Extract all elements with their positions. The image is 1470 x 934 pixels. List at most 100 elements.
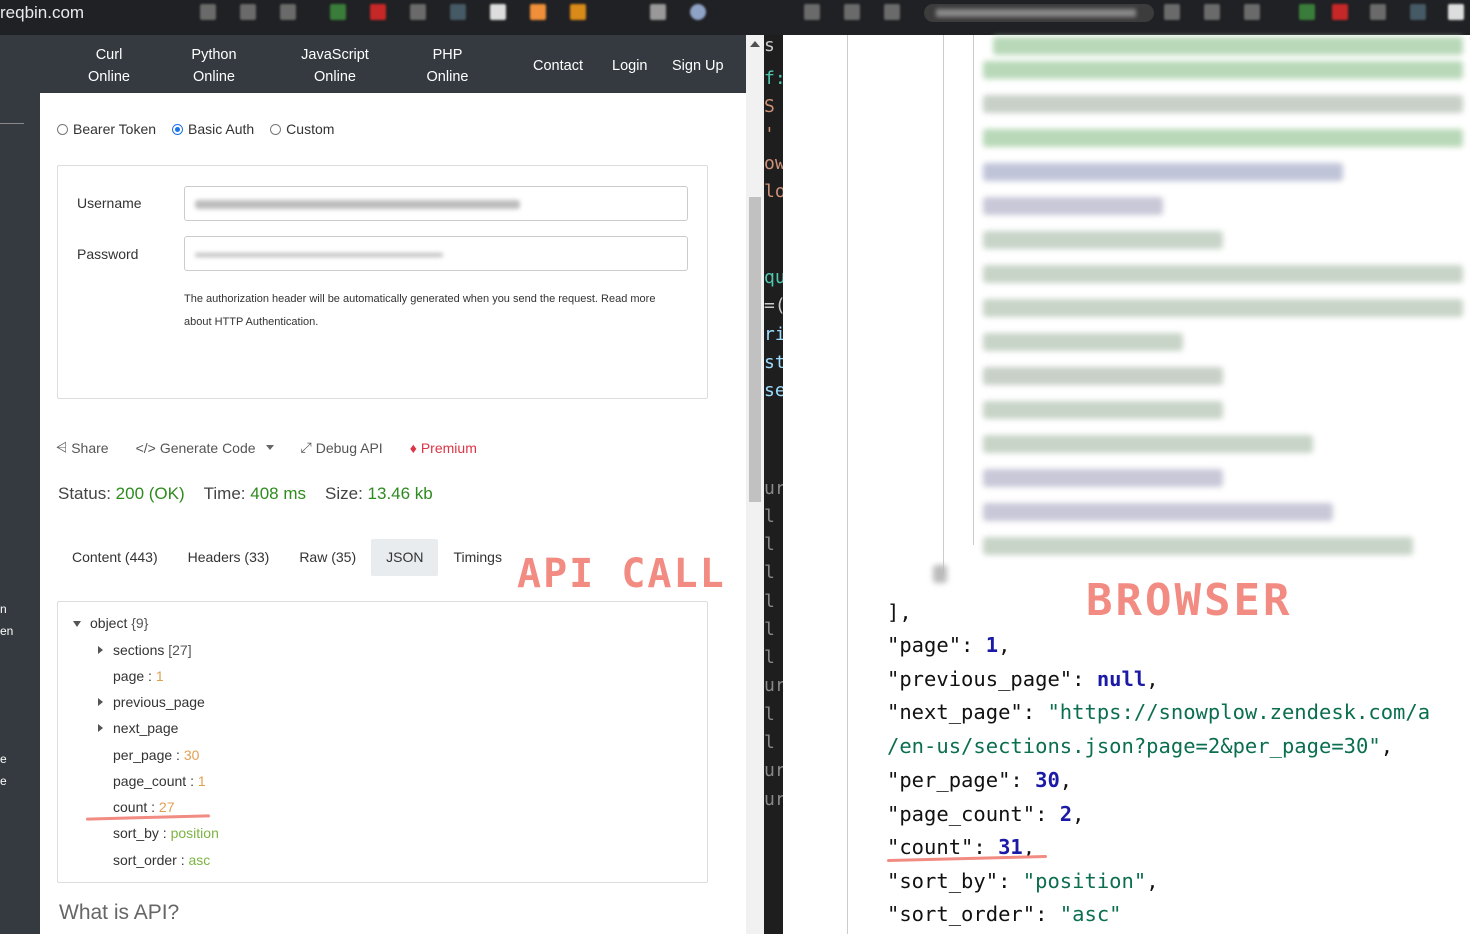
nav-python-online[interactable]: Python Online: [180, 44, 248, 88]
tab-json[interactable]: JSON: [371, 539, 439, 576]
profile-avatar[interactable]: [690, 4, 706, 20]
password-input[interactable]: [184, 236, 688, 271]
nav-curl-online[interactable]: Curl Online: [80, 44, 138, 88]
extension-icon[interactable]: [1370, 4, 1386, 20]
radio-circle-icon[interactable]: [57, 123, 68, 135]
json-link[interactable]: /en-us/sections.json?page=2&per_page=30": [887, 734, 1381, 758]
json-key: previous_page: [113, 694, 205, 710]
indent-guide: [943, 35, 944, 575]
status-value: 200 (OK): [115, 484, 185, 503]
tab-timings[interactable]: Timings: [438, 539, 517, 576]
json-token: "sort_order":: [887, 902, 1060, 926]
sidebar-text-fragment[interactable]: en: [0, 624, 13, 638]
extension-icon[interactable]: [570, 4, 586, 20]
action-label: Debug API: [315, 439, 383, 456]
json-token: "count":: [887, 835, 999, 859]
radio-circle-icon[interactable]: [270, 123, 282, 135]
nav-contact[interactable]: Contact: [533, 55, 583, 77]
site-name[interactable]: reqbin.com: [0, 3, 84, 23]
extension-icon[interactable]: [1204, 4, 1220, 20]
extension-icon[interactable]: [884, 4, 900, 20]
extension-icon[interactable]: [1244, 4, 1260, 20]
page-scrollbar[interactable]: [746, 35, 764, 934]
radio-basic-auth[interactable]: Basic Auth: [172, 121, 254, 137]
json-row-page[interactable]: page : 1: [113, 666, 164, 686]
scrollbar-thumb[interactable]: [749, 197, 761, 502]
extension-icon[interactable]: [490, 4, 506, 20]
expand-triangle-icon: [98, 646, 103, 654]
json-line: "previous_page": null,: [887, 662, 1159, 696]
time-label: Time:: [203, 484, 246, 503]
premium-link[interactable]: ♦ Premium: [410, 440, 477, 456]
json-row-sort-by[interactable]: sort_by : position: [113, 823, 219, 843]
json-row-per-page[interactable]: per_page : 30: [113, 745, 199, 765]
extension-icon[interactable]: [240, 4, 256, 20]
radio-selected-icon[interactable]: [172, 123, 184, 135]
json-row-count[interactable]: count : 27: [113, 797, 175, 817]
extension-icon[interactable]: [280, 4, 296, 20]
nav-label: Curl: [95, 47, 123, 63]
tab-raw[interactable]: Raw (35): [284, 539, 371, 576]
debug-icon: ⤢: [300, 439, 312, 455]
extension-icon[interactable]: [370, 4, 386, 20]
generate-code-button[interactable]: </> Generate Code: [136, 440, 274, 456]
json-key: page: [113, 668, 145, 684]
editor-fragment: se: [764, 380, 783, 401]
editor-fragment: ': [764, 124, 775, 145]
json-row-previous-page[interactable]: previous_page: [98, 692, 205, 712]
json-root-node[interactable]: object {9}: [73, 613, 148, 633]
expand-triangle-icon: [98, 724, 103, 732]
editor-fragment: l: [764, 619, 775, 640]
redacted-json-line: [983, 435, 1313, 453]
extension-icon[interactable]: [200, 4, 216, 20]
extension-icon[interactable]: [1299, 4, 1315, 20]
nav-javascript-online[interactable]: JavaScript Online: [294, 44, 376, 88]
sidebar-text-fragment[interactable]: e: [0, 774, 7, 788]
editor-fragment: qu: [764, 267, 783, 288]
nav-php-online[interactable]: PHP Online: [420, 44, 475, 88]
json-key: per_page: [113, 747, 173, 763]
json-row-next-page[interactable]: next_page: [98, 718, 178, 738]
extension-icon[interactable]: [1448, 4, 1464, 20]
nav-login[interactable]: Login: [612, 55, 647, 77]
extension-icon[interactable]: [330, 4, 346, 20]
json-line: "sort_order": "asc": [887, 897, 1122, 931]
sidebar-text-fragment[interactable]: n: [0, 602, 7, 616]
editor-fragment: l: [764, 647, 775, 668]
username-input[interactable]: [184, 186, 688, 221]
json-row-page-count[interactable]: page_count : 1: [113, 771, 206, 791]
extension-icon[interactable]: [844, 4, 860, 20]
extension-icon[interactable]: [650, 4, 666, 20]
editor-fragment: ow: [764, 153, 783, 174]
radio-custom[interactable]: Custom: [270, 121, 334, 137]
json-row-sections[interactable]: sections [27]: [98, 640, 192, 660]
tab-content[interactable]: Content (443): [57, 539, 173, 576]
extension-icon[interactable]: [1410, 4, 1426, 20]
redacted-json-line: [983, 299, 1463, 317]
json-value: 30: [183, 747, 200, 763]
nav-sign-up[interactable]: Sign Up: [672, 55, 724, 77]
scroll-up-icon[interactable]: [750, 41, 760, 47]
extension-icon[interactable]: [804, 4, 820, 20]
extension-icon[interactable]: [1332, 4, 1348, 20]
tab-headers[interactable]: Headers (33): [173, 539, 285, 576]
redacted-value: [195, 253, 443, 257]
extension-icon[interactable]: [530, 4, 546, 20]
json-token: ,: [1146, 869, 1159, 893]
share-icon: ⩤: [56, 439, 68, 455]
debug-api-button[interactable]: ⤢ Debug API: [301, 439, 383, 456]
radio-bearer-token[interactable]: Bearer Token: [57, 121, 156, 137]
extension-icon[interactable]: [450, 4, 466, 20]
nav-label: Online: [314, 69, 356, 85]
share-button[interactable]: ⩤ Share: [56, 439, 109, 456]
json-value: 1: [197, 773, 206, 789]
json-link[interactable]: "https://snowplow.zendesk.com/a: [1047, 700, 1430, 724]
json-token: "asc": [1059, 902, 1122, 926]
extension-icon[interactable]: [410, 4, 426, 20]
editor-fragment: ur: [764, 760, 783, 781]
sidebar-text-fragment[interactable]: e: [0, 752, 7, 766]
json-value: 1: [155, 668, 164, 684]
json-row-sort-order[interactable]: sort_order : asc: [113, 850, 210, 870]
address-bar[interactable]: [924, 4, 1154, 22]
extension-icon[interactable]: [1164, 4, 1180, 20]
